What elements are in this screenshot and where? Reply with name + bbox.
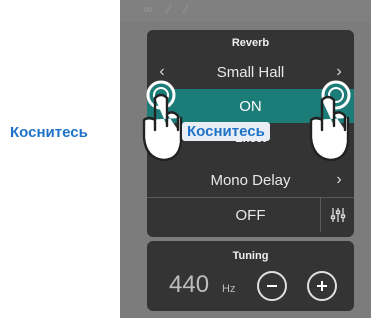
divider (320, 198, 321, 232)
reverb-type-value: Small Hall (216, 63, 285, 81)
decrease-button[interactable] (257, 271, 287, 301)
effect-state-label: OFF (235, 206, 266, 224)
touch-label: Коснитесь (182, 122, 270, 141)
touch-label: Коснитесь (10, 124, 88, 141)
minus-icon (267, 285, 277, 287)
effect-toggle-button[interactable]: OFF (147, 198, 354, 232)
tuning-value: 440 (169, 271, 210, 298)
tap-hand-icon (309, 80, 351, 162)
mixer-settings-icon[interactable] (330, 207, 346, 223)
reverb-state-label: ON (239, 97, 262, 115)
increase-button[interactable] (307, 271, 337, 301)
effect-type-value: Mono Delay (210, 171, 291, 189)
top-strip: ∞ ⁄ ⁄ (120, 0, 371, 22)
tap-hand-icon (142, 80, 183, 162)
effect-type-row[interactable]: Mono Delay › (147, 163, 354, 197)
reverb-title: Reverb (231, 37, 270, 49)
tuning-unit: Hz (222, 283, 236, 295)
tuning-row: 440 Hz (147, 265, 354, 305)
tuning-title: Tuning (232, 250, 269, 262)
plus-icon (317, 281, 327, 291)
tuning-panel: Tuning 440 Hz (147, 241, 354, 311)
next-arrow-icon[interactable]: › (328, 163, 350, 197)
status-icons: ∞ ⁄ ⁄ (144, 2, 194, 16)
